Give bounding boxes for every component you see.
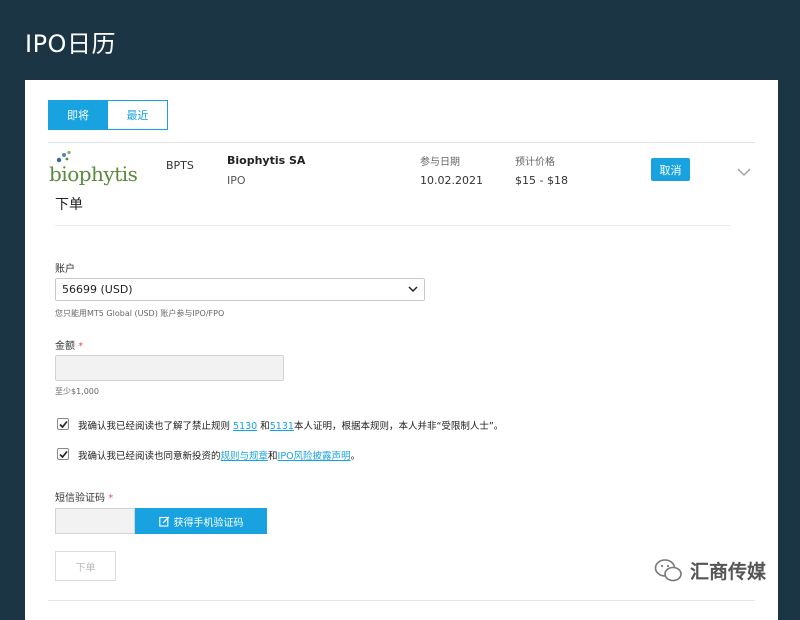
sms-code-label: 短信验证码 * [55, 489, 113, 504]
chevron-down-icon [408, 286, 418, 293]
account-select[interactable]: 56699 (USD) [55, 278, 425, 301]
cancel-button[interactable]: 取消 [651, 158, 690, 181]
watermark: 汇商传媒 [654, 557, 766, 584]
sms-code-input[interactable] [55, 508, 135, 534]
get-sms-code-label: 获得手机验证码 [173, 517, 244, 529]
account-select-value: 56699 (USD) [62, 283, 133, 296]
check2-suffix: 。 [350, 451, 361, 462]
required-mark: * [108, 493, 114, 504]
required-mark: * [78, 341, 84, 352]
watermark-text: 汇商传媒 [690, 561, 767, 583]
divider [48, 600, 755, 601]
expected-price-label: 预计价格 [515, 157, 555, 168]
amount-label: 金额 * [55, 337, 83, 352]
check1-suffix: 本人证明，根据本规则，本人并非“受限制人士”。 [293, 421, 504, 432]
rule-5130-link[interactable]: 5130 [233, 421, 257, 432]
restricted-person-checkbox[interactable] [57, 418, 69, 430]
amount-hint: 至少$1,000 [55, 387, 99, 396]
ipo-ticker: BPTS [166, 159, 194, 172]
edit-icon [158, 516, 169, 527]
logo-wordmark: biophytis [49, 162, 138, 186]
participation-date-value: 10.02.2021 [420, 174, 483, 187]
ipo-type: IPO [227, 174, 246, 187]
place-order-button[interactable]: 下单 [55, 551, 116, 581]
check2-prefix: 我确认我已经阅读也同意新投资的 [78, 451, 221, 462]
divider [48, 142, 755, 143]
amount-input[interactable] [55, 355, 284, 381]
check1-mid: 和 [257, 421, 270, 432]
check2-mid: 和 [268, 451, 278, 462]
get-sms-code-button[interactable]: 获得手机验证码 [135, 508, 267, 534]
expected-price-value: $15 - $18 [515, 174, 568, 187]
company-logo: biophytis [45, 150, 138, 190]
order-section-title: 下单 [55, 197, 83, 213]
amount-label-text: 金额 [55, 341, 75, 352]
wechat-icon [654, 558, 682, 581]
page-title: IPO日历 [25, 30, 116, 58]
account-hint: 您只能用MT5 Global (USD) 账户参与IPO/FPO [55, 309, 225, 318]
divider [55, 225, 730, 226]
check1-prefix: 我确认我已经阅读也了解了禁止规则 [78, 421, 234, 432]
account-label: 账户 [55, 264, 75, 275]
ipo-card: 即将 最近 biophytis BPTS Biophytis SA IPO 参与… [25, 80, 778, 620]
tab-recent[interactable]: 最近 [108, 100, 168, 130]
risk-disclosure-link[interactable]: IPO风险披露声明 [278, 451, 351, 462]
terms-agreement-checkbox[interactable] [57, 448, 69, 460]
terms-agreement-text: 我确认我已经阅读也同意新投资的规则与规章和IPO风险披露声明。 [78, 448, 360, 462]
ipo-company-name: Biophytis SA [227, 154, 306, 167]
rules-link[interactable]: 规则与规章 [221, 451, 269, 462]
chevron-down-icon[interactable] [737, 168, 751, 177]
sms-code-label-text: 短信验证码 [55, 493, 105, 504]
rule-5131-link[interactable]: 5131 [270, 421, 294, 432]
tab-upcoming[interactable]: 即将 [48, 100, 108, 130]
checkmark-icon [59, 450, 68, 459]
participation-date-label: 参与日期 [420, 157, 460, 168]
checkmark-icon [59, 420, 68, 429]
restricted-person-text: 我确认我已经阅读也了解了禁止规则 5130 和5131本人证明，根据本规则，本人… [78, 418, 503, 432]
tab-group: 即将 最近 [48, 100, 168, 130]
